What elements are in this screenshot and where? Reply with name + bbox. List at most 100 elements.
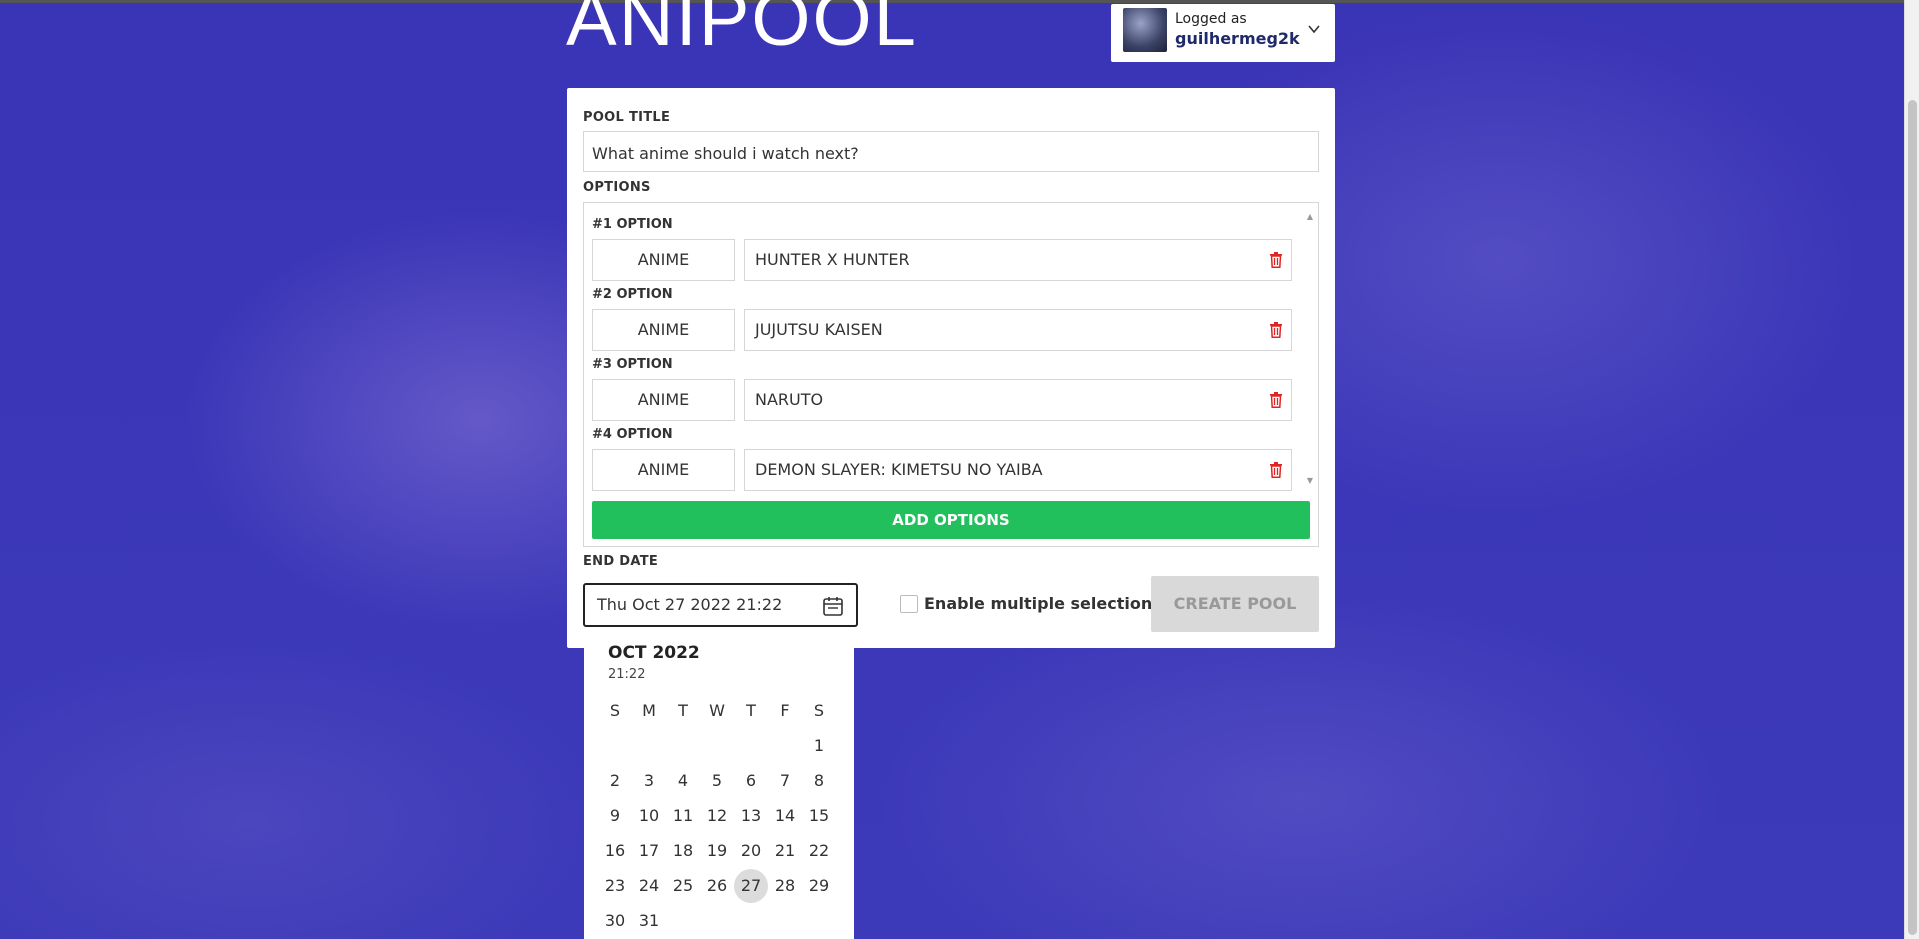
option-name-input[interactable]: HUNTER X HUNTER (744, 239, 1292, 281)
calendar-day[interactable]: 15 (802, 798, 836, 833)
calendar-day[interactable]: 20 (734, 833, 768, 868)
calendar-week-row: 9 10 11 12 13 14 15 (598, 798, 836, 833)
calendar-time[interactable]: 21:22 (608, 667, 645, 682)
weekday-label: F (780, 701, 790, 720)
calendar-day[interactable]: 3 (632, 763, 666, 798)
option-type-select[interactable]: ANIME (592, 449, 735, 491)
calendar-day[interactable]: 14 (768, 798, 802, 833)
calendar-day[interactable]: 26 (700, 868, 734, 903)
calendar-day[interactable]: 19 (700, 833, 734, 868)
calendar-day-selected[interactable]: 27 (734, 868, 768, 903)
window-top-border (0, 0, 1919, 3)
calendar-day[interactable]: 30 (598, 903, 632, 938)
calendar-empty-cell (802, 903, 836, 938)
scroll-up-icon[interactable]: ▲ (1305, 213, 1315, 221)
trash-icon[interactable] (1269, 252, 1283, 268)
calendar-day[interactable]: 12 (700, 798, 734, 833)
date-picker-popup[interactable]: OCT 2022 21:22 S M T W T F S 1 2 3 4 5 6 7 8 9 10 11 12 13 1… (584, 627, 854, 939)
calendar-week-row: 1 (598, 728, 836, 763)
option-label: #1 OPTION (592, 217, 673, 232)
calendar-day[interactable]: 29 (802, 868, 836, 903)
calendar-empty-cell (700, 728, 734, 763)
pool-title-label: POOL TITLE (583, 110, 671, 125)
option-name-value: JUJUTSU KAISEN (755, 320, 883, 339)
calendar-day[interactable]: 31 (632, 903, 666, 938)
calendar-day[interactable]: 25 (666, 868, 700, 903)
option-label: #2 OPTION (592, 287, 673, 302)
option-name-value: NARUTO (755, 390, 824, 409)
page-scrollbar[interactable] (1904, 0, 1919, 939)
calendar-week-row: 16 17 18 19 20 21 22 (598, 833, 836, 868)
create-pool-card: POOL TITLE What anime should i watch nex… (567, 88, 1335, 648)
calendar-day[interactable]: 9 (598, 798, 632, 833)
calendar-day[interactable]: 18 (666, 833, 700, 868)
options-list[interactable]: ▲ ▼ #1 OPTION ANIME HUNTER X HUNTER #2 O… (583, 202, 1319, 547)
calendar-grid: S M T W T F S 1 2 3 4 5 6 7 8 9 10 11 12 13 14 15 16 17 18 19 20 21… (598, 693, 836, 938)
trash-icon[interactable] (1269, 322, 1283, 338)
calendar-day[interactable]: 6 (734, 763, 768, 798)
calendar-empty-cell (632, 728, 666, 763)
calendar-day[interactable]: 16 (598, 833, 632, 868)
calendar-week-row: 23 24 25 26 27 28 29 (598, 868, 836, 903)
option-name-input[interactable]: JUJUTSU KAISEN (744, 309, 1292, 351)
calendar-day[interactable]: 24 (632, 868, 666, 903)
calendar-weekday-row: SMTWTFS (598, 693, 836, 728)
weekday-label: T (746, 701, 756, 720)
calendar-week-row: 30 31 (598, 903, 836, 938)
weekday-label: W (709, 701, 725, 720)
calendar-empty-cell (700, 903, 734, 938)
calendar-empty-cell (734, 728, 768, 763)
calendar-day[interactable]: 23 (598, 868, 632, 903)
weekday-label: T (678, 701, 688, 720)
scroll-down-icon[interactable]: ▼ (1305, 477, 1315, 485)
calendar-day[interactable]: 5 (700, 763, 734, 798)
calendar-day[interactable]: 13 (734, 798, 768, 833)
calendar-empty-cell (734, 903, 768, 938)
end-date-input[interactable]: Thu Oct 27 2022 21:22 (583, 583, 858, 627)
option-name-input[interactable]: NARUTO (744, 379, 1292, 421)
end-date-label: END DATE (583, 554, 659, 569)
options-scrollbar[interactable]: ▲ ▼ (1304, 207, 1316, 487)
pool-title-input[interactable]: What anime should i watch next? (583, 131, 1319, 172)
option-type-select[interactable]: ANIME (592, 379, 735, 421)
calendar-day[interactable]: 21 (768, 833, 802, 868)
multiple-selection-checkbox[interactable] (900, 595, 918, 613)
calendar-day[interactable]: 2 (598, 763, 632, 798)
option-name-input[interactable]: DEMON SLAYER: KIMETSU NO YAIBA (744, 449, 1292, 491)
trash-icon[interactable] (1269, 392, 1283, 408)
option-name-value: HUNTER X HUNTER (755, 250, 910, 269)
calendar-icon[interactable] (822, 595, 844, 617)
option-name-value: DEMON SLAYER: KIMETSU NO YAIBA (755, 460, 1043, 479)
calendar-empty-cell (666, 903, 700, 938)
end-date-value: Thu Oct 27 2022 21:22 (597, 595, 783, 614)
option-type-select[interactable]: ANIME (592, 309, 735, 351)
calendar-day[interactable]: 11 (666, 798, 700, 833)
weekday-label: S (813, 701, 825, 720)
add-options-button[interactable]: ADD OPTIONS (592, 501, 1310, 539)
username: guilhermeg2k (1175, 29, 1300, 48)
trash-icon[interactable] (1269, 462, 1283, 478)
option-type-select[interactable]: ANIME (592, 239, 735, 281)
calendar-day[interactable]: 22 (802, 833, 836, 868)
create-pool-button[interactable]: CREATE POOL (1151, 576, 1319, 632)
weekday-label: S (609, 701, 621, 720)
logged-as-label: Logged as (1175, 11, 1247, 27)
calendar-month: OCT 2022 (608, 643, 700, 663)
app-logo[interactable]: ANIPOOL (566, 0, 918, 58)
multiple-selection-label[interactable]: Enable multiple selection (924, 594, 1152, 613)
calendar-day[interactable]: 28 (768, 868, 802, 903)
calendar-day[interactable]: 4 (666, 763, 700, 798)
calendar-day[interactable]: 17 (632, 833, 666, 868)
calendar-day[interactable]: 8 (802, 763, 836, 798)
calendar-empty-cell (768, 903, 802, 938)
calendar-day[interactable]: 7 (768, 763, 802, 798)
calendar-day[interactable]: 10 (632, 798, 666, 833)
calendar-day[interactable]: 1 (802, 728, 836, 763)
calendar-empty-cell (768, 728, 802, 763)
calendar-week-row: 2345678 (598, 763, 836, 798)
page-scroll-thumb[interactable] (1908, 100, 1917, 935)
calendar-empty-cell (666, 728, 700, 763)
chevron-down-icon[interactable] (1307, 22, 1321, 36)
option-label: #3 OPTION (592, 357, 673, 372)
user-menu[interactable]: Logged as guilhermeg2k (1111, 4, 1335, 62)
